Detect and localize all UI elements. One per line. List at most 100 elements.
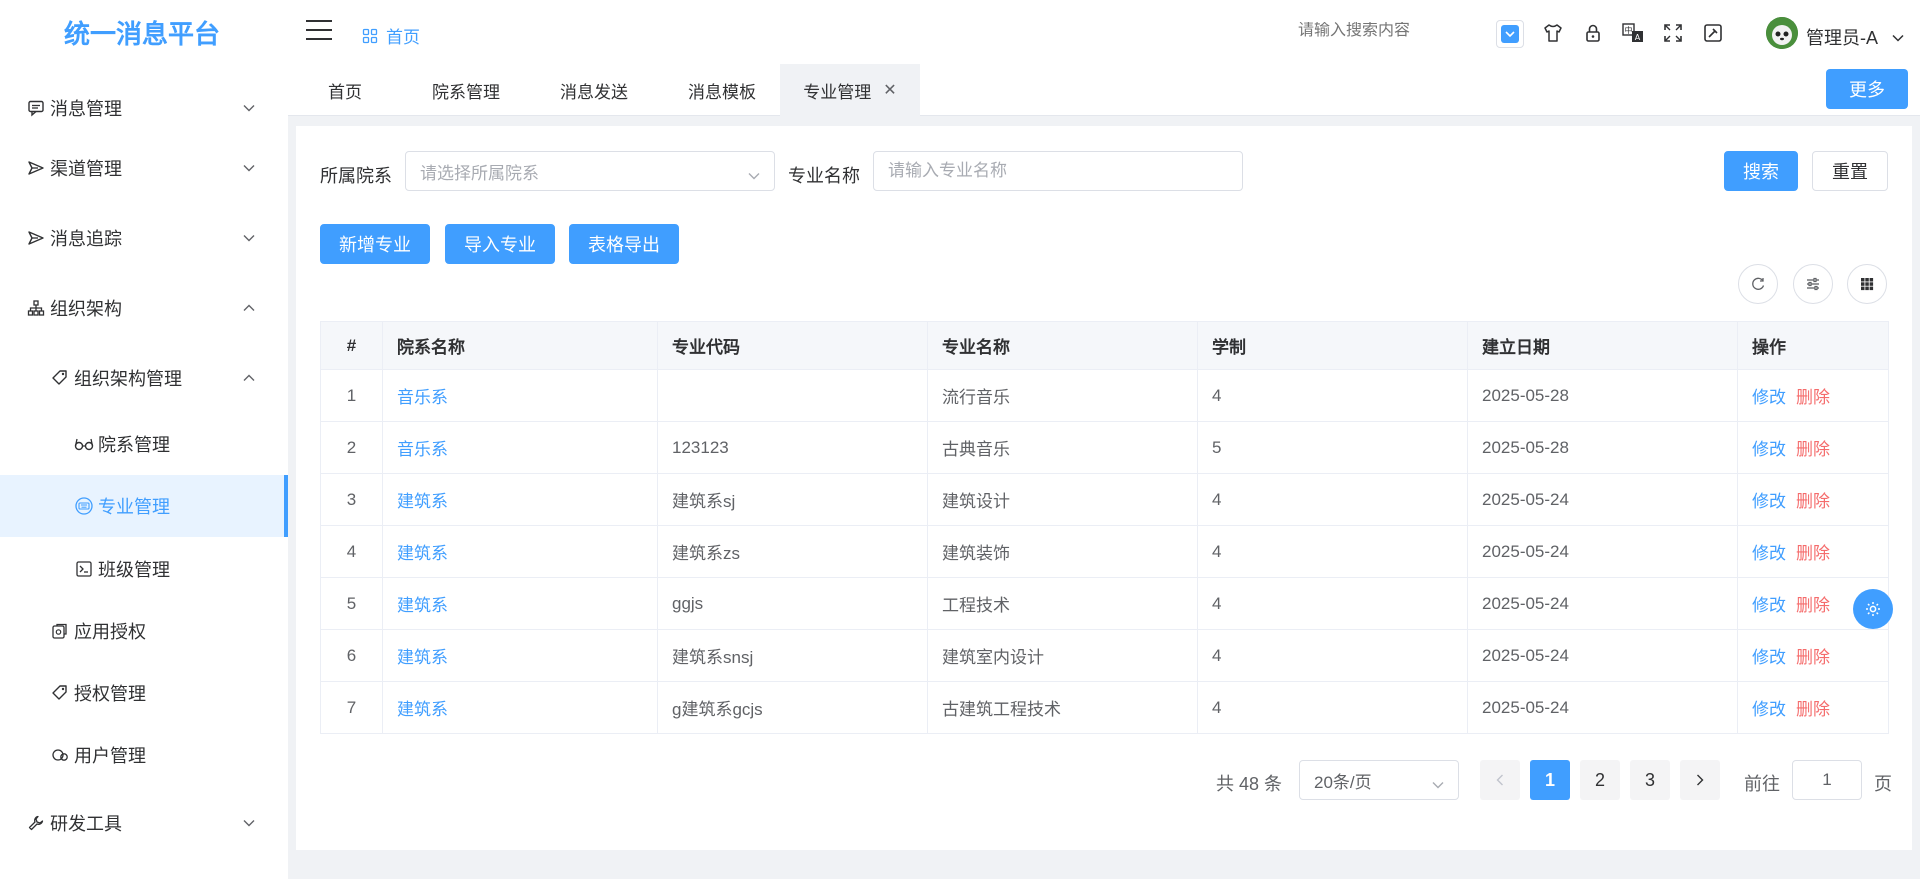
- cell-name: 古典音乐: [942, 440, 1010, 459]
- tab-major-mgmt[interactable]: 专业管理 ✕: [780, 64, 920, 116]
- prev-page-button[interactable]: [1480, 760, 1520, 800]
- page-size-value: 20条/页: [1314, 772, 1372, 792]
- page-button-1[interactable]: 1: [1530, 760, 1570, 800]
- edit-link[interactable]: 修改: [1752, 648, 1786, 667]
- delete-link[interactable]: 删除: [1796, 440, 1830, 459]
- table-cell: 2025-05-28: [1467, 369, 1738, 422]
- table-cell: g建筑系gcjs: [657, 681, 928, 734]
- delete-link[interactable]: 删除: [1796, 544, 1830, 563]
- tab-dept-mgmt[interactable]: 院系管理: [402, 64, 530, 116]
- table-row: 3 建筑系 建筑系sj 建筑设计 4 2025-05-24 修改 删除: [320, 473, 1889, 526]
- goto-page-input[interactable]: [1792, 760, 1862, 800]
- cell-dept-link[interactable]: 建筑系: [397, 596, 448, 615]
- sidebar-item-class-mgmt[interactable]: 班级管理: [0, 543, 288, 595]
- reset-button[interactable]: 重置: [1812, 151, 1888, 191]
- sidebar-item-label: 渠道管理: [50, 159, 122, 179]
- keyboard-icon: [74, 496, 94, 516]
- header-search-input[interactable]: [1298, 22, 1498, 40]
- sidebar-item-message-trace[interactable]: 消息追踪: [0, 210, 288, 266]
- edit-link[interactable]: 修改: [1752, 388, 1786, 407]
- lock-icon[interactable]: [1580, 20, 1606, 46]
- page-button-3[interactable]: 3: [1630, 760, 1670, 800]
- sidebar-item-app-auth[interactable]: 应用授权: [0, 605, 288, 657]
- edit-link[interactable]: 修改: [1752, 700, 1786, 719]
- major-name-field[interactable]: [888, 161, 1242, 181]
- export-table-button[interactable]: 表格导出: [569, 224, 679, 264]
- edit-link[interactable]: 修改: [1752, 544, 1786, 563]
- delete-link[interactable]: 删除: [1796, 700, 1830, 719]
- dept-select[interactable]: 请选择所属院系: [405, 151, 775, 191]
- cell-dept-link[interactable]: 建筑系: [397, 544, 448, 563]
- sidebar-item-org-structure-mgmt[interactable]: 组织架构管理: [0, 350, 288, 406]
- delete-link[interactable]: 删除: [1796, 492, 1830, 511]
- delete-link[interactable]: 删除: [1796, 648, 1830, 667]
- sidebar-item-label: 组织架构: [50, 299, 122, 319]
- sidebar-item-label: 专业管理: [98, 497, 170, 517]
- tab-message-send[interactable]: 消息发送: [530, 64, 658, 116]
- tab-message-template[interactable]: 消息模板: [658, 64, 786, 116]
- tab-home[interactable]: 首页: [288, 64, 402, 116]
- sidebar-item-auth-mgmt[interactable]: 授权管理: [0, 667, 288, 719]
- sidebar-item-org-structure[interactable]: 组织架构: [0, 280, 288, 336]
- next-page-button[interactable]: [1680, 760, 1720, 800]
- cell-dept-link[interactable]: 音乐系: [397, 388, 448, 407]
- cell-date: 2025-05-28: [1482, 385, 1569, 405]
- breadcrumb[interactable]: 首页: [362, 23, 420, 48]
- avatar[interactable]: [1766, 17, 1798, 49]
- cell-years: 4: [1212, 385, 1222, 405]
- table-cell: [657, 369, 928, 422]
- glasses-icon: [74, 434, 94, 454]
- table-cell: 建筑系zs: [657, 525, 928, 578]
- sidebar-item-major-mgmt[interactable]: 专业管理: [0, 475, 288, 537]
- cell-name: 流行音乐: [942, 388, 1010, 407]
- sidebar-item-user-mgmt[interactable]: 用户管理: [0, 729, 288, 781]
- table-cell: 5: [320, 577, 383, 630]
- tabs-more-button[interactable]: 更多: [1826, 69, 1908, 109]
- fullscreen-icon[interactable]: [1660, 20, 1686, 46]
- dept-filter-label: 所属院系: [320, 166, 392, 186]
- table-cell: 建筑系: [382, 629, 658, 682]
- translate-icon[interactable]: 中A: [1620, 20, 1646, 46]
- search-button[interactable]: 搜索: [1724, 151, 1798, 191]
- columns-grid-icon[interactable]: [1847, 264, 1887, 304]
- cell-dept-link[interactable]: 音乐系: [397, 440, 448, 459]
- check-icon: [1501, 25, 1519, 43]
- import-major-button[interactable]: 导入专业: [445, 224, 555, 264]
- settings-gear-icon[interactable]: [1853, 589, 1893, 629]
- sidebar-item-dept-mgmt[interactable]: 院系管理: [0, 418, 288, 470]
- close-icon[interactable]: ✕: [883, 80, 896, 100]
- cell-years: 5: [1212, 437, 1222, 457]
- table-cell: 1: [320, 369, 383, 422]
- tab-label: 消息发送: [560, 82, 628, 102]
- sidebar-item-message-mgmt[interactable]: 消息管理: [0, 80, 288, 136]
- user-name[interactable]: 管理员-A: [1806, 24, 1878, 50]
- page-button-2[interactable]: 2: [1580, 760, 1620, 800]
- cell-dept-link[interactable]: 建筑系: [397, 700, 448, 719]
- cell-dept-link[interactable]: 建筑系: [397, 492, 448, 511]
- cell-name: 建筑装饰: [942, 544, 1010, 563]
- delete-link[interactable]: 删除: [1796, 596, 1830, 615]
- edit-link[interactable]: 修改: [1752, 492, 1786, 511]
- tools-icon[interactable]: [1700, 20, 1726, 46]
- filter-settings-icon[interactable]: [1793, 264, 1833, 304]
- add-major-button[interactable]: 新增专业: [320, 224, 430, 264]
- edit-link[interactable]: 修改: [1752, 596, 1786, 615]
- breadcrumb-home[interactable]: 首页: [386, 23, 420, 48]
- layout-checkbox[interactable]: [1496, 20, 1524, 48]
- page-size-select[interactable]: 20条/页: [1299, 760, 1459, 800]
- cell-years: 4: [1212, 645, 1222, 665]
- app-auth-icon: [50, 621, 70, 641]
- sidebar-item-channel-mgmt[interactable]: 渠道管理: [0, 140, 288, 196]
- theme-shirt-icon[interactable]: [1540, 20, 1566, 46]
- sidebar-item-dev-tools[interactable]: 研发工具: [0, 795, 288, 851]
- chevron-down-icon: [748, 165, 760, 185]
- dept-select-placeholder: 请选择所属院系: [420, 163, 539, 183]
- table-cell: 4: [1197, 525, 1468, 578]
- refresh-icon[interactable]: [1738, 264, 1778, 304]
- edit-link[interactable]: 修改: [1752, 440, 1786, 459]
- menu-toggle-icon[interactable]: [306, 20, 332, 44]
- major-name-input[interactable]: [873, 151, 1243, 191]
- delete-link[interactable]: 删除: [1796, 388, 1830, 407]
- chevron-down-icon[interactable]: [1892, 27, 1904, 47]
- cell-dept-link[interactable]: 建筑系: [397, 648, 448, 667]
